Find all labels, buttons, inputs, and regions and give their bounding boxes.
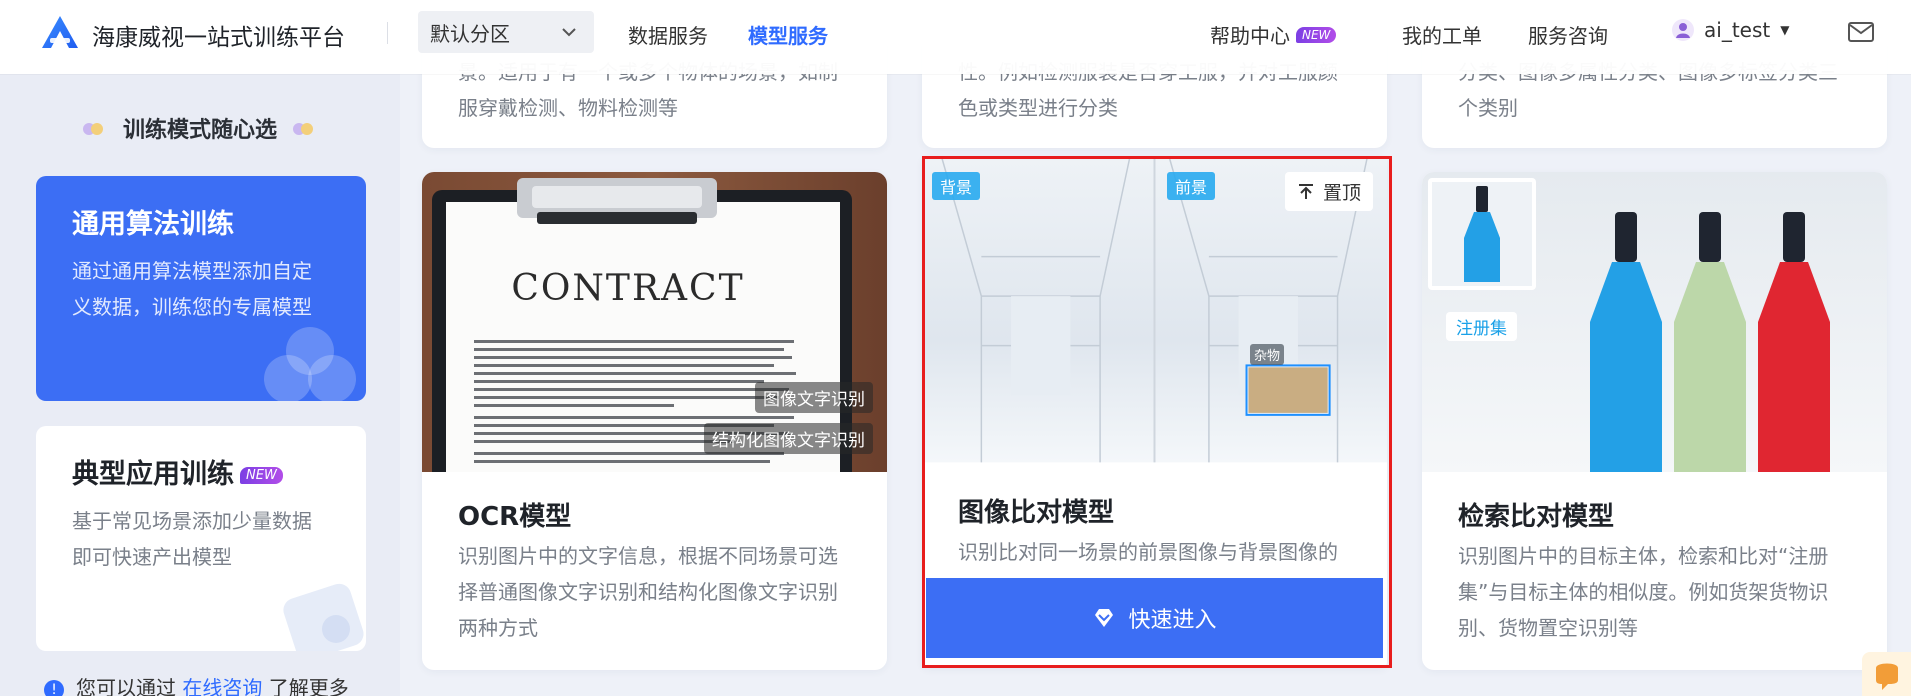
chat-bubble-icon	[1876, 663, 1898, 690]
zone-select-value: 默认分区	[430, 21, 510, 46]
top-header: 海康威视一站式训练平台 默认分区 数据服务 模型服务 帮助中心 NEW 我的工单 …	[0, 0, 1911, 74]
clover-decor-icon	[264, 327, 356, 401]
user-menu[interactable]: ai_test ▼	[1672, 18, 1789, 42]
background-tag: 背景	[932, 172, 981, 200]
nav-service-consult[interactable]: 服务咨询	[1528, 20, 1608, 49]
mode-card-general[interactable]: 通用算法训练 通过通用算法模型添加自定义数据，训练您的专属模型	[36, 176, 366, 401]
header-divider	[387, 22, 388, 44]
zone-select[interactable]: 默认分区	[418, 11, 594, 53]
quick-enter-label: 快速进入	[1128, 608, 1217, 633]
sidebar-title: 训练模式随心选	[0, 112, 400, 144]
pin-to-top-button[interactable]: 置顶	[1284, 172, 1373, 211]
help-center-label: 帮助中心	[1210, 24, 1290, 48]
consult-suffix: 了解更多	[268, 676, 349, 696]
mail-icon[interactable]	[1848, 21, 1874, 43]
model-card-desc: 识别比对同一场景的前景图像与背景图像的差异，例如通道杂物检测、违规摆放检测等	[958, 540, 1338, 578]
caret-down-icon: ▼	[1780, 23, 1790, 37]
decor-dots-icon	[83, 116, 104, 141]
registry-set-tag: 注册集	[1446, 312, 1517, 341]
mode-card-title-text: 典型应用训练	[72, 459, 234, 490]
ocr-tag: 图像文字识别	[755, 382, 873, 413]
pin-to-top-label: 置顶	[1322, 182, 1361, 204]
mode-card-typical[interactable]: 典型应用训练 NEW 基于常见场景添加少量数据即可快速产出模型	[36, 426, 366, 651]
model-card-title: OCR模型	[458, 502, 572, 532]
mode-card-title: 典型应用训练 NEW	[72, 452, 330, 491]
platform-name: 海康威视一站式训练平台	[92, 25, 345, 51]
debris-tag: 杂物	[1250, 344, 1285, 365]
model-card-image-compare[interactable]: 背景 前景 杂物 置顶 图像比对模型 识别比对同一场景的前景图像与背景图像的差异…	[922, 156, 1387, 668]
diamond-icon	[1095, 609, 1114, 627]
mode-card-title: 通用算法训练	[72, 209, 234, 240]
model-card-ocr[interactable]: CONTRACT 图像文字识别 结构化图像文字识别 OCR模型 识别图片中的文字…	[422, 172, 887, 670]
nav-my-orders[interactable]: 我的工单	[1402, 20, 1482, 49]
chat-support-icon[interactable]	[1862, 652, 1911, 696]
new-badge: NEW	[240, 467, 283, 484]
nav-model-service[interactable]: 模型服务	[748, 20, 828, 49]
info-icon: !	[44, 680, 64, 696]
pin-top-icon	[1298, 183, 1313, 199]
online-consult-link[interactable]: 在线咨询	[182, 676, 262, 696]
nav-help-center[interactable]: 帮助中心 NEW	[1210, 20, 1337, 49]
model-card-title: 检索比对模型	[1458, 502, 1615, 532]
platform-logo-icon[interactable]	[40, 14, 80, 50]
quick-enter-button[interactable]: 快速进入	[926, 578, 1383, 658]
model-card-desc: 识别图片中的目标主体，检索和比对“注册集”与目标主体的相似度。例如货架货物识别、…	[1458, 544, 1829, 640]
mode-card-desc: 基于常见场景添加少量数据即可快速产出模型	[72, 509, 312, 569]
new-badge: NEW	[1296, 27, 1337, 43]
contract-heading: CONTRACT	[511, 268, 745, 309]
chevron-down-icon	[562, 28, 576, 37]
mode-card-desc: 通过通用算法模型添加自定义数据，训练您的专属模型	[72, 259, 312, 319]
ticket-decor-icon	[283, 583, 364, 651]
model-card-desc: 识别图片中的文字信息，根据不同场景可选择普通图像文字识别和结构化图像文字识别两种…	[458, 544, 838, 640]
user-icon	[1676, 23, 1690, 38]
avatar	[1672, 19, 1694, 41]
sidebar-title-text: 训练模式随心选	[122, 118, 277, 143]
decor-dots-icon	[292, 116, 313, 141]
ocr-tag: 结构化图像文字识别	[704, 423, 873, 454]
consult-prefix: 您可以通过	[76, 676, 176, 696]
model-card-title: 图像比对模型	[958, 498, 1115, 528]
consult-hint: ! 您可以通过 在线咨询 了解更多	[44, 672, 349, 696]
username: ai_test	[1704, 18, 1771, 42]
training-mode-sidebar: 训练模式随心选 通用算法训练 通过通用算法模型添加自定义数据，训练您的专属模型 …	[0, 74, 400, 696]
nav-data-service[interactable]: 数据服务	[628, 20, 708, 49]
model-card-retrieval-compare[interactable]: 注册集 检索比对模型 识别图片中的目标主体，检索和比对“注册集”与目标主体的相似…	[1422, 172, 1887, 670]
foreground-tag: 前景	[1167, 172, 1216, 200]
